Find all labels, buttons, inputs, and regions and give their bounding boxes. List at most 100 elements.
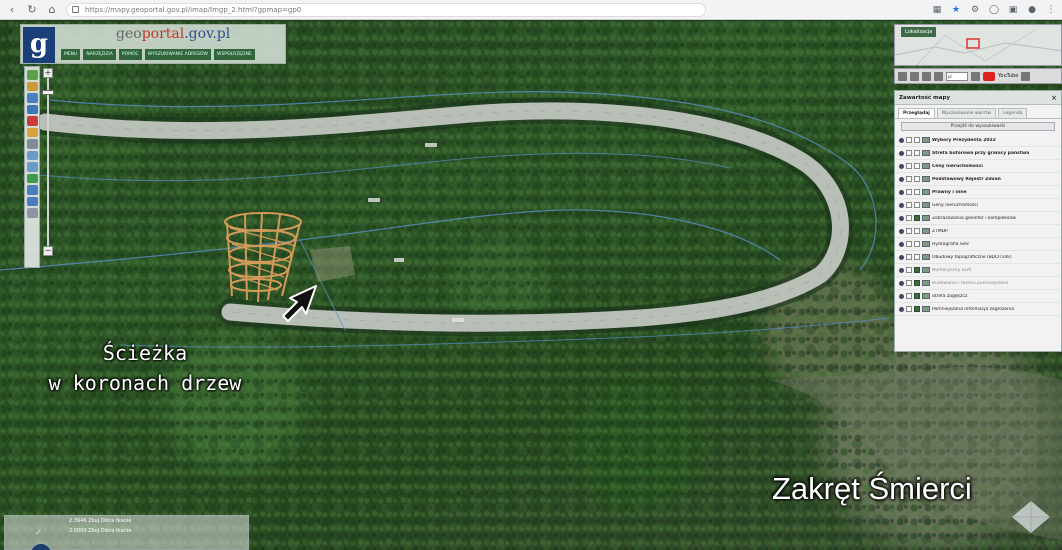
bookmark-icon[interactable] bbox=[934, 71, 943, 81]
expand-checkbox[interactable] bbox=[906, 215, 912, 221]
help-icon[interactable] bbox=[1021, 71, 1031, 81]
layer-checkbox[interactable] bbox=[914, 241, 920, 247]
layer-row[interactable]: Budowanie i terenu pomniejszone bbox=[895, 277, 1061, 290]
layer-row[interactable]: Numeryczny SLM bbox=[895, 264, 1061, 277]
star-icon[interactable]: ★ bbox=[951, 5, 961, 15]
pencil-icon[interactable] bbox=[26, 127, 38, 137]
layer-row[interactable]: Pomniejszona informacja zagrożenia bbox=[895, 303, 1061, 316]
back-icon[interactable]: ‹ bbox=[6, 3, 18, 16]
expand-checkbox[interactable] bbox=[906, 202, 912, 208]
magnify-minus-icon[interactable] bbox=[26, 162, 38, 172]
layer-row[interactable]: Ceny nieruchomości bbox=[895, 160, 1061, 173]
expand-checkbox[interactable] bbox=[906, 150, 912, 156]
youtube-icon[interactable] bbox=[983, 71, 995, 81]
layer-row[interactable]: Wybory Prezydenta 2022 bbox=[895, 134, 1061, 147]
reload-icon[interactable]: ↻ bbox=[26, 3, 38, 16]
expand-checkbox[interactable] bbox=[906, 267, 912, 273]
eye-icon[interactable] bbox=[899, 293, 904, 299]
geoportal-logo[interactable]: g bbox=[23, 27, 55, 63]
layer-checkbox[interactable] bbox=[914, 176, 920, 182]
nav-address-search[interactable]: WYSZUKIWANIE ADRESÓW bbox=[144, 49, 211, 60]
tab-layer-search[interactable]: Wyszukiwanie warstw bbox=[936, 108, 997, 118]
eye-icon[interactable] bbox=[899, 306, 904, 312]
zoom-in-button[interactable]: + bbox=[43, 68, 53, 78]
expand-checkbox[interactable] bbox=[906, 137, 912, 143]
facebook-icon[interactable] bbox=[971, 71, 980, 81]
eye-icon[interactable] bbox=[899, 280, 904, 286]
eye-icon[interactable] bbox=[899, 254, 904, 260]
eye-icon[interactable] bbox=[899, 137, 904, 143]
layer-row[interactable]: Strefa buforowa przy granicy państwa bbox=[895, 147, 1061, 160]
expand-checkbox[interactable] bbox=[906, 163, 912, 169]
layer-checkbox[interactable] bbox=[914, 137, 920, 143]
layer-checkbox[interactable] bbox=[914, 189, 920, 195]
eye-icon[interactable] bbox=[899, 202, 904, 208]
nav-coordinates[interactable]: WSPÓŁRZĘDNE bbox=[214, 49, 255, 60]
zoom-knob[interactable] bbox=[42, 90, 54, 95]
expand-checkbox[interactable] bbox=[906, 176, 912, 182]
home-icon[interactable]: ⌂ bbox=[46, 3, 58, 16]
expand-checkbox[interactable] bbox=[906, 228, 912, 234]
eye-icon[interactable] bbox=[899, 267, 904, 273]
expand-checkbox[interactable] bbox=[906, 293, 912, 299]
translate-icon[interactable]: ▦ bbox=[932, 5, 942, 15]
zoom-out-button[interactable]: − bbox=[43, 246, 53, 256]
measure-icon[interactable] bbox=[26, 139, 38, 149]
magnify-plus-icon[interactable] bbox=[26, 150, 38, 160]
tab-legend[interactable]: Legenda bbox=[998, 108, 1028, 118]
expand-checkbox[interactable] bbox=[906, 254, 912, 260]
globe-icon[interactable] bbox=[26, 173, 38, 183]
eye-icon[interactable] bbox=[899, 215, 904, 221]
layer-checkbox[interactable] bbox=[914, 280, 920, 286]
print-icon[interactable] bbox=[26, 116, 38, 126]
layer-checkbox[interactable] bbox=[914, 215, 920, 221]
eye-icon[interactable] bbox=[899, 163, 904, 169]
layer-row[interactable]: Zobrazowania geoinfor i kompleksów bbox=[895, 212, 1061, 225]
eye-icon[interactable] bbox=[899, 150, 904, 156]
eye-icon[interactable] bbox=[899, 176, 904, 182]
layer-checkbox[interactable] bbox=[914, 163, 920, 169]
layer-checkbox[interactable] bbox=[914, 228, 920, 234]
search-layers-button[interactable]: Przejdź do wyszukiwarki bbox=[901, 122, 1055, 131]
eye-icon[interactable] bbox=[899, 228, 904, 234]
eye-icon[interactable] bbox=[899, 189, 904, 195]
hand-pan-icon[interactable] bbox=[26, 81, 38, 91]
menu-icon[interactable]: ⋮ bbox=[1046, 5, 1056, 15]
layer-row[interactable]: Geny nieruchomości bbox=[895, 199, 1061, 212]
email-icon[interactable] bbox=[898, 71, 907, 81]
language-select[interactable]: pl bbox=[946, 71, 968, 81]
link-icon[interactable] bbox=[910, 71, 919, 81]
refresh-icon[interactable] bbox=[26, 104, 38, 114]
expand-checkbox[interactable] bbox=[906, 280, 912, 286]
layer-row[interactable]: Hydrografia Sieć bbox=[895, 238, 1061, 251]
layer-checkbox[interactable] bbox=[914, 254, 920, 260]
layer-checkbox[interactable] bbox=[914, 267, 920, 273]
nav-help[interactable]: POMOC bbox=[118, 49, 142, 60]
layer-checkbox[interactable] bbox=[914, 202, 920, 208]
layer-row[interactable]: Podstawowy Rejestr Zmian bbox=[895, 173, 1061, 186]
tab-browse[interactable]: Przeglądaj bbox=[898, 108, 935, 118]
arrow-right-icon[interactable] bbox=[26, 196, 38, 206]
layer-checkbox[interactable] bbox=[914, 293, 920, 299]
extension-icon[interactable]: ⚙ bbox=[970, 5, 980, 15]
print-share-icon[interactable] bbox=[922, 71, 931, 81]
puzzle-icon[interactable]: ▣ bbox=[1008, 5, 1018, 15]
layer-row[interactable]: Prawny i inne bbox=[895, 186, 1061, 199]
layer-row[interactable]: Strefa zagęszcz. bbox=[895, 290, 1061, 303]
eye-icon[interactable] bbox=[899, 241, 904, 247]
info-icon[interactable] bbox=[26, 208, 38, 218]
profile-icon[interactable]: ● bbox=[1027, 5, 1037, 15]
arrow-left-icon[interactable] bbox=[26, 185, 38, 195]
close-icon[interactable]: × bbox=[1051, 91, 1057, 105]
expand-checkbox[interactable] bbox=[906, 306, 912, 312]
home-map-icon[interactable] bbox=[26, 70, 38, 80]
nav-menu[interactable]: MENU bbox=[61, 49, 81, 60]
shield-icon[interactable]: ◯ bbox=[989, 5, 999, 15]
layer-checkbox[interactable] bbox=[914, 306, 920, 312]
overview-minimap[interactable]: Lokalizacja bbox=[894, 24, 1062, 66]
layer-row[interactable]: Obudowy topograficzne (BDOT10k) bbox=[895, 251, 1061, 264]
zoom-box-icon[interactable] bbox=[26, 93, 38, 103]
zoom-slider[interactable]: + − bbox=[42, 68, 54, 258]
address-bar[interactable]: https://mapy.geoportal.gov.pl/imap/Imgp_… bbox=[66, 2, 706, 17]
expand-checkbox[interactable] bbox=[906, 241, 912, 247]
